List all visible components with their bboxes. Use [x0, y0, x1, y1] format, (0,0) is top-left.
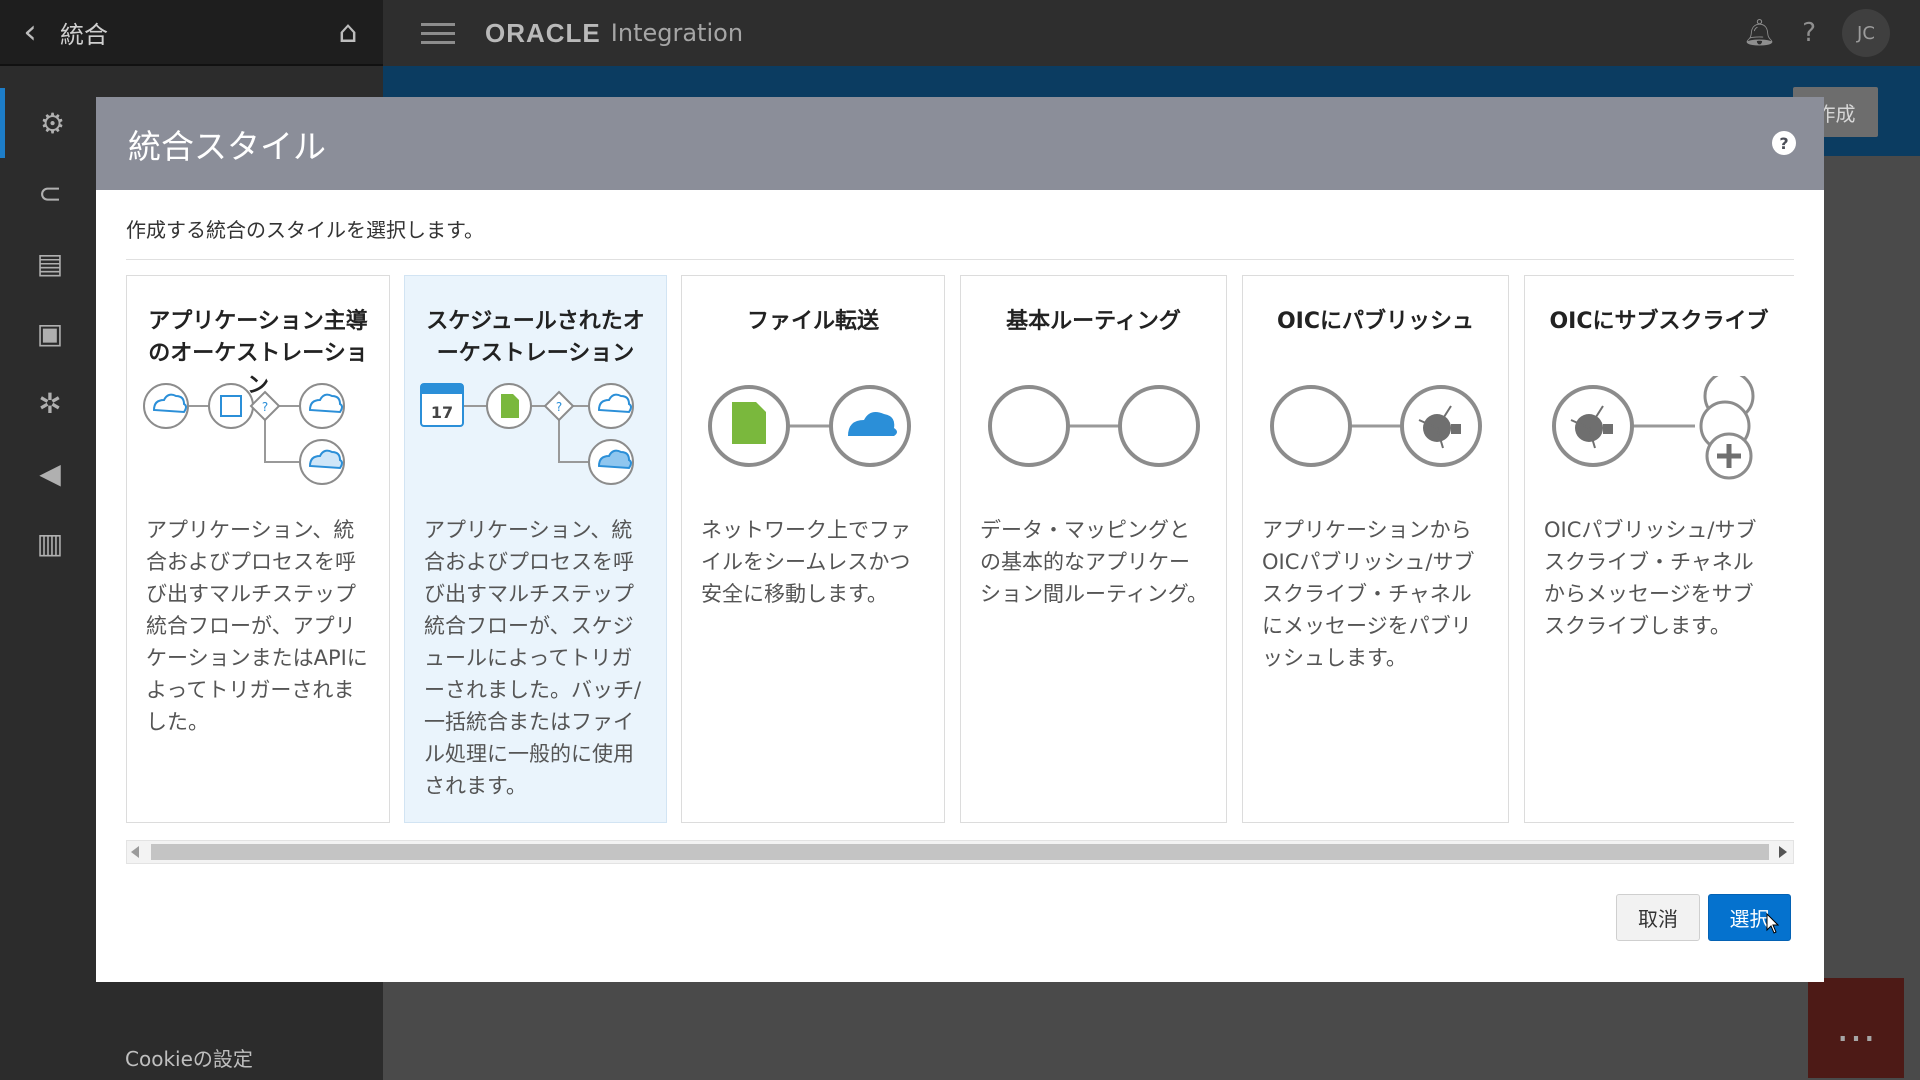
scheduled-diagram-icon: 17 ? — [420, 383, 634, 485]
divider — [126, 259, 1794, 260]
bell-icon[interactable]: 🔔︎ — [1743, 18, 1776, 48]
top-bar: ORACLE Integration 🔔︎ ? JC — [383, 0, 1920, 66]
integrations-nav-icon[interactable]: ⚙ — [0, 88, 100, 158]
card-title: スケジュールされたオーケストレーション — [426, 309, 645, 366]
mouse-cursor-icon — [1766, 913, 1780, 934]
scroll-right-icon[interactable] — [1779, 846, 1787, 858]
hamburger-menu-icon[interactable] — [421, 22, 455, 44]
card-title: OICにパブリッシュ — [1276, 309, 1475, 334]
agents-nav-icon[interactable]: ◀ — [0, 438, 100, 508]
dialog-title: 統合スタイル — [128, 126, 326, 166]
product-name: Integration — [610, 19, 744, 47]
cancel-button[interactable]: 取消 — [1616, 894, 1700, 941]
oracle-logo: ORACLE — [485, 17, 601, 48]
app-driven-diagram-icon: ? — [143, 383, 345, 485]
chat-icon[interactable]: … — [1808, 978, 1904, 1078]
home-icon[interactable]: ⌂ — [313, 15, 383, 50]
scroll-left-icon[interactable] — [131, 846, 139, 858]
style-card-scheduled[interactable]: スケジュールされたオーケストレーション 17 ? アプリケーション、統合およびプ… — [404, 275, 667, 823]
adapters-nav-icon[interactable]: ✲ — [0, 368, 100, 438]
scrollbar-thumb[interactable] — [151, 844, 1769, 860]
horizontal-scrollbar[interactable] — [126, 840, 1794, 864]
file-transfer-diagram-icon — [708, 385, 911, 467]
integration-style-dialog: 統合スタイル ? 作成する統合のスタイルを選択します。 アプリケーション主導のオ… — [96, 97, 1824, 982]
packages-nav-icon[interactable]: ▣ — [0, 298, 100, 368]
publish-diagram-icon — [1270, 385, 1482, 467]
card-description: アプリケーション、統合およびプロセスを呼び出すマルチステップ統合フローが、アプリ… — [146, 518, 368, 734]
card-description: ネットワーク上でファイルをシームレスかつ安全に移動します。 — [701, 518, 911, 606]
card-title: OICにサブスクライブ — [1549, 309, 1769, 334]
help-icon[interactable]: ? — [1802, 18, 1816, 48]
card-description: アプリケーションからOICパブリッシュ/サブスクライブ・チャネルにメッセージをパ… — [1262, 518, 1475, 670]
card-title: 基本ルーティング — [1006, 309, 1181, 334]
style-cards-container: アプリケーション主導のオーケストレーション ? アプリケーション、統合およびプロ… — [126, 275, 1794, 823]
sidebar-header: ‹ 統合 ⌂ — [0, 0, 383, 66]
avatar[interactable]: JC — [1842, 9, 1890, 57]
style-card-publish-to-oic[interactable]: OICにパブリッシュ アプリケーションからOICパブリッシュ/サブスクライブ・チ… — [1242, 275, 1509, 823]
svg-text:?: ? — [556, 400, 562, 414]
card-title: ファイル転送 — [746, 309, 879, 334]
help-icon[interactable]: ? — [1772, 131, 1796, 155]
style-card-basic-routing[interactable]: 基本ルーティング データ・マッピングとの基本的なアプリケーション間ルーティング。 — [960, 275, 1227, 823]
connections-nav-icon[interactable]: ⊂ — [0, 158, 100, 228]
cookie-settings-link[interactable]: Cookieの設定 — [125, 1043, 253, 1072]
lookups-nav-icon[interactable]: ▤ — [0, 228, 100, 298]
card-description: OICパブリッシュ/サブスクライブ・チャネルからメッセージをサブスクライブします… — [1544, 518, 1757, 638]
sidebar-title: 統合 — [60, 20, 108, 49]
sidebar-nav: ⚙ ⊂ ▤ ▣ ✲ ◀ ▥ — [0, 88, 100, 578]
style-card-subscribe-to-oic[interactable]: OICにサブスクライブ OICパブリッシュ/サブスクライブ・チャネルからメッセー… — [1524, 275, 1794, 823]
subscribe-diagram-icon — [1552, 376, 1755, 480]
svg-text:17: 17 — [431, 403, 453, 422]
libraries-nav-icon[interactable]: ▥ — [0, 508, 100, 578]
style-card-file-transfer[interactable]: ファイル転送 ネットワーク上でファイルをシームレスかつ安全に移動します。 — [681, 275, 945, 823]
svg-text:?: ? — [262, 400, 268, 414]
back-icon[interactable]: ‹ — [0, 12, 60, 52]
style-card-app-driven[interactable]: アプリケーション主導のオーケストレーション ? アプリケーション、統合およびプロ… — [126, 275, 390, 823]
dialog-subtitle: 作成する統合のスタイルを選択します。 — [126, 218, 484, 242]
basic-routing-diagram-icon — [988, 385, 1200, 467]
card-description: アプリケーション、統合およびプロセスを呼び出すマルチステップ統合フローが、スケジ… — [424, 518, 642, 798]
dialog-header: 統合スタイル ? — [96, 97, 1824, 190]
card-description: データ・マッピングとの基本的なアプリケーション間ルーティング。 — [980, 518, 1209, 606]
